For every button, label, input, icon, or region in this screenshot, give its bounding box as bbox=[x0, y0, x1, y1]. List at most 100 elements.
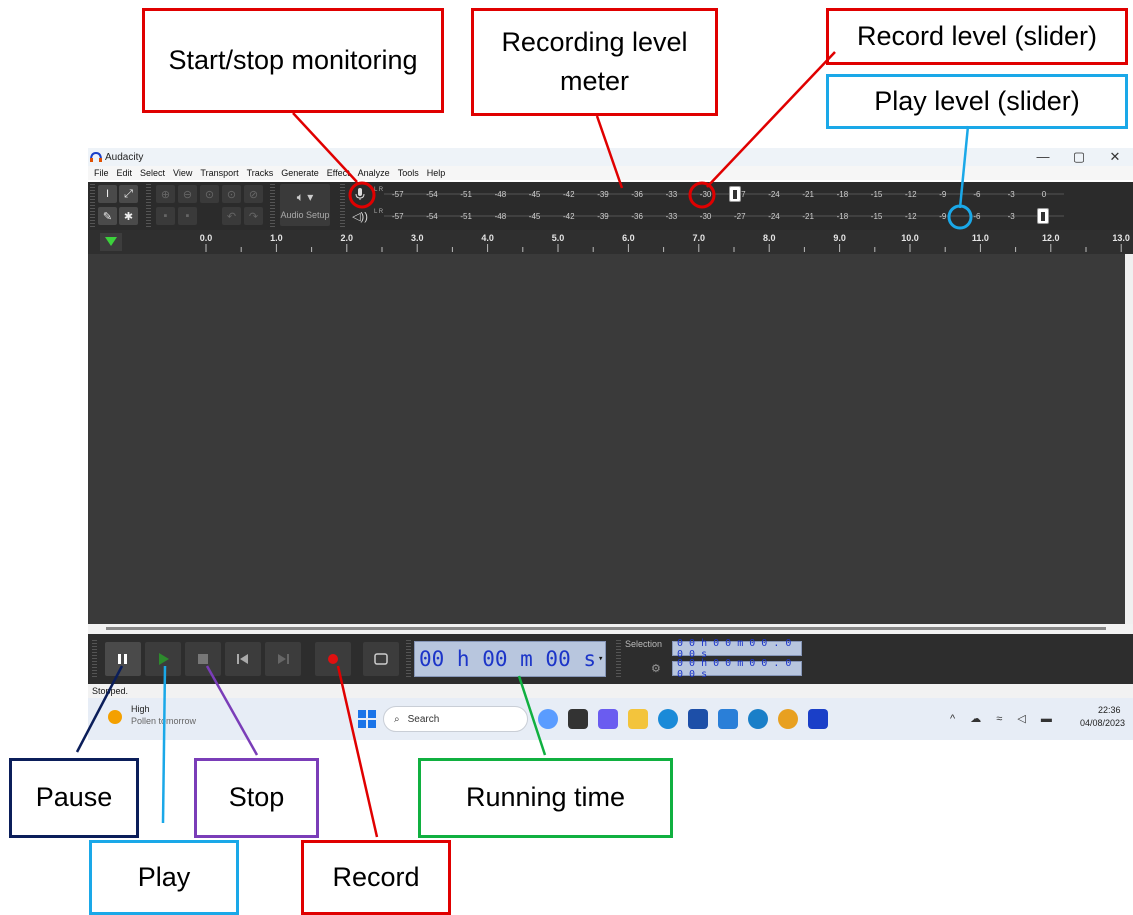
ruler-tick-label: 2.0 bbox=[341, 233, 354, 243]
timeline-ruler[interactable]: 0.0 1.0 2.0 3.0 4.0 5.0 6.0 7.0 8.0 9.0 10.0 11.0 12… bbox=[88, 230, 1133, 254]
vertical-scrollbar[interactable] bbox=[1125, 254, 1133, 624]
close-button[interactable]: ✕ bbox=[1097, 149, 1133, 165]
menu-effect[interactable]: Effect bbox=[327, 168, 350, 178]
zoom-out-icon[interactable]: ⊖ bbox=[178, 185, 197, 203]
skip-to-end-button[interactable] bbox=[265, 642, 301, 676]
menu-generate[interactable]: Generate bbox=[281, 168, 319, 178]
file-app-icon[interactable] bbox=[568, 709, 588, 729]
system-tray-icons[interactable]: ^ ☁ ≈ ◁ ▬ bbox=[950, 712, 1058, 725]
skip-to-start-button[interactable] bbox=[225, 642, 261, 676]
zoom-toggle-icon[interactable]: ⊘ bbox=[244, 185, 263, 203]
draw-tool-icon[interactable]: ✎ bbox=[98, 207, 117, 225]
meter-tick-label: -42 bbox=[563, 190, 575, 199]
clock-date[interactable]: 04/08/2023 bbox=[1080, 718, 1125, 728]
envelope-tool-icon[interactable]: ⤢ bbox=[119, 185, 138, 203]
selection-end-value: 0 0 h 0 0 m 0 0 . 0 0 0 s bbox=[677, 657, 792, 680]
teams-app-icon[interactable] bbox=[598, 709, 618, 729]
toolbar-grip[interactable] bbox=[340, 184, 345, 228]
menu-bar: File Edit Select View Transport Tracks G… bbox=[88, 166, 1133, 180]
ruler-tick-label: 12.0 bbox=[1042, 233, 1060, 243]
app-icon[interactable] bbox=[748, 709, 768, 729]
audacity-taskbar-icon[interactable] bbox=[808, 709, 828, 729]
weather-title[interactable]: High bbox=[131, 704, 150, 714]
menu-view[interactable]: View bbox=[173, 168, 192, 178]
time-format-dropdown-icon[interactable]: ▾ bbox=[598, 654, 603, 664]
silence-icon[interactable]: ▪ bbox=[178, 207, 197, 225]
bing-app-icon[interactable] bbox=[538, 709, 558, 729]
fit-selection-icon[interactable]: ⊙ bbox=[200, 185, 219, 203]
store-app-icon[interactable] bbox=[688, 709, 708, 729]
fit-project-icon[interactable]: ⊙ bbox=[222, 185, 241, 203]
callout-play-level-slider: Play level (slider) bbox=[826, 74, 1128, 129]
toolbar-grip[interactable] bbox=[270, 184, 275, 228]
menu-tools[interactable]: Tools bbox=[398, 168, 419, 178]
toolbar-grip[interactable] bbox=[616, 640, 621, 678]
meter-tick-label: -3 bbox=[1008, 190, 1016, 199]
speaker-icon: 🔈︎ ▾ bbox=[296, 190, 314, 204]
menu-file[interactable]: File bbox=[94, 168, 109, 178]
selection-start-field[interactable]: 0 0 h 0 0 m 0 0 . 0 0 0 s bbox=[672, 638, 802, 660]
weather-subtitle[interactable]: Pollen tomorrow bbox=[131, 716, 196, 726]
track-area[interactable] bbox=[88, 254, 1125, 624]
loop-button[interactable] bbox=[363, 642, 399, 676]
search-placeholder: Search bbox=[407, 713, 440, 725]
redo-icon[interactable]: ↷ bbox=[244, 207, 263, 225]
stop-button[interactable] bbox=[185, 642, 221, 676]
file-explorer-icon[interactable] bbox=[628, 709, 648, 729]
toolbar-grip[interactable] bbox=[406, 640, 411, 678]
app-icon[interactable] bbox=[718, 709, 738, 729]
toolbar-grip[interactable] bbox=[92, 640, 97, 678]
windows-start-icon[interactable] bbox=[358, 710, 376, 728]
selection-end-field[interactable]: 0 0 h 0 0 m 0 0 . 0 0 0 s bbox=[672, 658, 802, 680]
chrome-browser-icon[interactable] bbox=[778, 709, 798, 729]
horizontal-scrollbar[interactable] bbox=[88, 624, 1133, 634]
meter-tick-label: -6 bbox=[973, 190, 981, 199]
minimize-button[interactable]: — bbox=[1025, 149, 1061, 165]
scrollbar-thumb[interactable] bbox=[106, 627, 1106, 630]
maximize-button[interactable]: ▢ bbox=[1061, 149, 1097, 165]
selection-tool-icon[interactable]: I bbox=[98, 185, 117, 203]
play-level-slider[interactable] bbox=[1036, 208, 1049, 224]
ruler-tick-label: 0.0 bbox=[200, 233, 213, 243]
play-button[interactable] bbox=[145, 642, 181, 676]
menu-transport[interactable]: Transport bbox=[200, 168, 238, 178]
callout-running-time: Running time bbox=[418, 758, 673, 838]
title-bar: Audacity — ▢ ✕ bbox=[88, 148, 1133, 166]
menu-select[interactable]: Select bbox=[140, 168, 165, 178]
callout-stop: Stop bbox=[194, 758, 319, 838]
callout-recording-level-meter: Recording level meter bbox=[471, 8, 718, 116]
audio-setup-button[interactable]: 🔈︎ ▾ Audio Setup bbox=[280, 184, 330, 226]
undo-icon[interactable]: ↶ bbox=[222, 207, 241, 225]
meter-tick-label: -45 bbox=[529, 190, 541, 199]
record-level-slider[interactable] bbox=[729, 186, 741, 202]
record-button[interactable] bbox=[315, 642, 351, 676]
taskbar-search[interactable]: ⌕ Search bbox=[383, 706, 528, 732]
trim-icon[interactable]: ▪ bbox=[156, 207, 175, 225]
meter-tick-label: -21 bbox=[802, 190, 814, 199]
running-time-display[interactable]: 00 h 00 m 00 s ▾ bbox=[414, 641, 606, 677]
window-title: Audacity bbox=[105, 151, 144, 163]
menu-edit[interactable]: Edit bbox=[117, 168, 133, 178]
menu-help[interactable]: Help bbox=[427, 168, 446, 178]
meter-tick-label: -24 bbox=[768, 212, 780, 221]
search-icon: ⌕ bbox=[394, 713, 400, 725]
pause-button[interactable] bbox=[105, 642, 141, 676]
ruler-tick-label: 6.0 bbox=[622, 233, 635, 243]
toolbar-grip[interactable] bbox=[90, 184, 95, 228]
menu-analyze[interactable]: Analyze bbox=[358, 168, 390, 178]
callout-pause: Pause bbox=[9, 758, 139, 838]
edge-browser-icon[interactable] bbox=[658, 709, 678, 729]
playback-level-meter[interactable]: -57 -54 -51 -48 -45 -42 -39 -36 -33 -30 -27 -24 -21 -… bbox=[384, 207, 1129, 225]
gear-icon[interactable]: ⚙ bbox=[651, 662, 661, 675]
microphone-icon[interactable] bbox=[350, 185, 370, 203]
multi-tool-icon[interactable]: ✱ bbox=[119, 207, 138, 225]
menu-tracks[interactable]: Tracks bbox=[247, 168, 274, 178]
clock-time[interactable]: 22:36 bbox=[1098, 705, 1121, 715]
ruler-tick-label: 1.0 bbox=[270, 233, 283, 243]
recording-level-meter[interactable]: -57-54-51-48-45-42-39-36-33-30-27-24-21-… bbox=[384, 185, 1129, 203]
zoom-in-icon[interactable]: ⊕ bbox=[156, 185, 175, 203]
toolbar-grip[interactable] bbox=[146, 184, 151, 228]
speaker-meter-icon[interactable]: ◁)) bbox=[350, 207, 370, 225]
weather-icon[interactable] bbox=[108, 710, 122, 724]
meter-tick-label: -51 bbox=[460, 190, 472, 199]
